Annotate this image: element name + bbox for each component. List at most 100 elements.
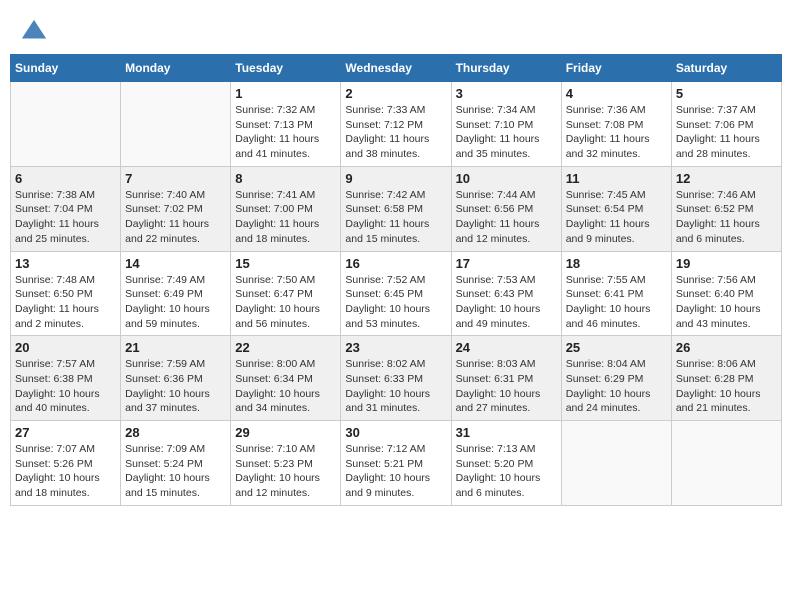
- calendar-cell: 21Sunrise: 7:59 AM Sunset: 6:36 PM Dayli…: [121, 336, 231, 421]
- day-info: Sunrise: 8:06 AM Sunset: 6:28 PM Dayligh…: [676, 357, 777, 416]
- day-number: 25: [566, 340, 667, 355]
- calendar-cell: [561, 421, 671, 506]
- day-number: 7: [125, 171, 226, 186]
- calendar-cell: 31 Sunrise: 7:13 AM Sunset: 5:20 PM Dayli…: [451, 421, 561, 506]
- day-info: Sunrise: 7:12 AM Sunset: 5:21 PM Dayligh…: [345, 442, 446, 501]
- day-number: 2: [345, 86, 446, 101]
- col-header-sunday: Sunday: [11, 55, 121, 82]
- day-info: Sunrise: 7:52 AM Sunset: 6:45 PM Dayligh…: [345, 273, 446, 332]
- calendar-cell: 25 Sunrise: 8:04 AM Sunset: 6:29 PM Dayli…: [561, 336, 671, 421]
- day-info: Sunrise: 7:48 AM Sunset: 6:50 PM Dayligh…: [15, 273, 116, 332]
- calendar-cell: 26Sunrise: 8:06 AM Sunset: 6:28 PM Dayli…: [671, 336, 781, 421]
- day-info: Sunrise: 7:10 AM Sunset: 5:23 PM Dayligh…: [235, 442, 336, 501]
- calendar-cell: 22Sunrise: 8:00 AM Sunset: 6:34 PM Dayli…: [231, 336, 341, 421]
- calendar-cell: 2 Sunrise: 7:33 AM Sunset: 7:12 PM Daylig…: [341, 82, 451, 167]
- calendar-cell: 9 Sunrise: 7:42 AM Sunset: 6:58 PM Daylig…: [341, 166, 451, 251]
- col-header-wednesday: Wednesday: [341, 55, 451, 82]
- day-info: Sunrise: 7:44 AM Sunset: 6:56 PM Dayligh…: [456, 188, 557, 247]
- day-info: Sunrise: 7:09 AM Sunset: 5:24 PM Dayligh…: [125, 442, 226, 501]
- calendar-cell: 15 Sunrise: 7:50 AM Sunset: 6:47 PM Dayli…: [231, 251, 341, 336]
- day-number: 28: [125, 425, 226, 440]
- calendar-week-row: 20 Sunrise: 7:57 AM Sunset: 6:38 PM Dayli…: [11, 336, 782, 421]
- calendar-week-row: 27 Sunrise: 7:07 AM Sunset: 5:26 PM Dayli…: [11, 421, 782, 506]
- calendar-cell: 29Sunrise: 7:10 AM Sunset: 5:23 PM Dayli…: [231, 421, 341, 506]
- day-info: Sunrise: 7:36 AM Sunset: 7:08 PM Dayligh…: [566, 103, 667, 162]
- day-number: 16: [345, 256, 446, 271]
- calendar-cell: 1 Sunrise: 7:32 AM Sunset: 7:13 PM Daylig…: [231, 82, 341, 167]
- day-number: 1: [235, 86, 336, 101]
- calendar-cell: 12 Sunrise: 7:46 AM Sunset: 6:52 PM Dayli…: [671, 166, 781, 251]
- day-info: Sunrise: 7:50 AM Sunset: 6:47 PM Dayligh…: [235, 273, 336, 332]
- day-info: Sunrise: 8:02 AM Sunset: 6:33 PM Dayligh…: [345, 357, 446, 416]
- day-number: 10: [456, 171, 557, 186]
- day-number: 11: [566, 171, 667, 186]
- day-number: 3: [456, 86, 557, 101]
- calendar-cell: 5Sunrise: 7:37 AM Sunset: 7:06 PM Daylig…: [671, 82, 781, 167]
- day-info: Sunrise: 7:53 AM Sunset: 6:43 PM Dayligh…: [456, 273, 557, 332]
- logo-icon: [20, 18, 48, 46]
- day-info: Sunrise: 7:07 AM Sunset: 5:26 PM Dayligh…: [15, 442, 116, 501]
- day-number: 31: [456, 425, 557, 440]
- page-header: [10, 10, 782, 54]
- day-info: Sunrise: 8:03 AM Sunset: 6:31 PM Dayligh…: [456, 357, 557, 416]
- calendar-cell: 13 Sunrise: 7:48 AM Sunset: 6:50 PM Dayli…: [11, 251, 121, 336]
- day-info: Sunrise: 7:40 AM Sunset: 7:02 PM Dayligh…: [125, 188, 226, 247]
- calendar-cell: 11 Sunrise: 7:45 AM Sunset: 6:54 PM Dayli…: [561, 166, 671, 251]
- col-header-monday: Monday: [121, 55, 231, 82]
- calendar-cell: 23 Sunrise: 8:02 AM Sunset: 6:33 PM Dayli…: [341, 336, 451, 421]
- col-header-thursday: Thursday: [451, 55, 561, 82]
- day-number: 22: [235, 340, 336, 355]
- calendar-week-row: 6Sunrise: 7:38 AM Sunset: 7:04 PM Daylig…: [11, 166, 782, 251]
- calendar-week-row: 1 Sunrise: 7:32 AM Sunset: 7:13 PM Daylig…: [11, 82, 782, 167]
- day-number: 4: [566, 86, 667, 101]
- day-number: 30: [345, 425, 446, 440]
- calendar-cell: 6Sunrise: 7:38 AM Sunset: 7:04 PM Daylig…: [11, 166, 121, 251]
- day-number: 9: [345, 171, 446, 186]
- calendar-table: SundayMondayTuesdayWednesdayThursdayFrid…: [10, 54, 782, 506]
- calendar-cell: 3 Sunrise: 7:34 AM Sunset: 7:10 PM Daylig…: [451, 82, 561, 167]
- day-info: Sunrise: 7:49 AM Sunset: 6:49 PM Dayligh…: [125, 273, 226, 332]
- day-info: Sunrise: 7:13 AM Sunset: 5:20 PM Dayligh…: [456, 442, 557, 501]
- calendar-cell: 17 Sunrise: 7:53 AM Sunset: 6:43 PM Dayli…: [451, 251, 561, 336]
- day-number: 24: [456, 340, 557, 355]
- day-info: Sunrise: 7:42 AM Sunset: 6:58 PM Dayligh…: [345, 188, 446, 247]
- col-header-friday: Friday: [561, 55, 671, 82]
- day-number: 13: [15, 256, 116, 271]
- calendar-cell: 20 Sunrise: 7:57 AM Sunset: 6:38 PM Dayli…: [11, 336, 121, 421]
- day-info: Sunrise: 8:04 AM Sunset: 6:29 PM Dayligh…: [566, 357, 667, 416]
- calendar-cell: 7 Sunrise: 7:40 AM Sunset: 7:02 PM Daylig…: [121, 166, 231, 251]
- calendar-cell: 18Sunrise: 7:55 AM Sunset: 6:41 PM Dayli…: [561, 251, 671, 336]
- calendar-cell: 28 Sunrise: 7:09 AM Sunset: 5:24 PM Dayli…: [121, 421, 231, 506]
- day-info: Sunrise: 7:38 AM Sunset: 7:04 PM Dayligh…: [15, 188, 116, 247]
- calendar-cell: 10 Sunrise: 7:44 AM Sunset: 6:56 PM Dayli…: [451, 166, 561, 251]
- day-info: Sunrise: 7:59 AM Sunset: 6:36 PM Dayligh…: [125, 357, 226, 416]
- day-info: Sunrise: 7:46 AM Sunset: 6:52 PM Dayligh…: [676, 188, 777, 247]
- day-info: Sunrise: 7:33 AM Sunset: 7:12 PM Dayligh…: [345, 103, 446, 162]
- calendar-cell: 19Sunrise: 7:56 AM Sunset: 6:40 PM Dayli…: [671, 251, 781, 336]
- day-info: Sunrise: 7:32 AM Sunset: 7:13 PM Dayligh…: [235, 103, 336, 162]
- calendar-cell: 4 Sunrise: 7:36 AM Sunset: 7:08 PM Daylig…: [561, 82, 671, 167]
- calendar-cell: [671, 421, 781, 506]
- day-number: 17: [456, 256, 557, 271]
- day-info: Sunrise: 7:56 AM Sunset: 6:40 PM Dayligh…: [676, 273, 777, 332]
- day-number: 15: [235, 256, 336, 271]
- calendar-cell: 8 Sunrise: 7:41 AM Sunset: 7:00 PM Daylig…: [231, 166, 341, 251]
- calendar-week-row: 13 Sunrise: 7:48 AM Sunset: 6:50 PM Dayli…: [11, 251, 782, 336]
- calendar-cell: 16 Sunrise: 7:52 AM Sunset: 6:45 PM Dayli…: [341, 251, 451, 336]
- col-header-tuesday: Tuesday: [231, 55, 341, 82]
- calendar-cell: 24 Sunrise: 8:03 AM Sunset: 6:31 PM Dayli…: [451, 336, 561, 421]
- calendar-cell: 30 Sunrise: 7:12 AM Sunset: 5:21 PM Dayli…: [341, 421, 451, 506]
- day-info: Sunrise: 7:55 AM Sunset: 6:41 PM Dayligh…: [566, 273, 667, 332]
- day-info: Sunrise: 7:41 AM Sunset: 7:00 PM Dayligh…: [235, 188, 336, 247]
- day-number: 20: [15, 340, 116, 355]
- day-info: Sunrise: 7:57 AM Sunset: 6:38 PM Dayligh…: [15, 357, 116, 416]
- calendar-cell: [121, 82, 231, 167]
- calendar-cell: 14Sunrise: 7:49 AM Sunset: 6:49 PM Dayli…: [121, 251, 231, 336]
- day-number: 23: [345, 340, 446, 355]
- calendar-header-row: SundayMondayTuesdayWednesdayThursdayFrid…: [11, 55, 782, 82]
- day-number: 12: [676, 171, 777, 186]
- day-number: 8: [235, 171, 336, 186]
- day-number: 27: [15, 425, 116, 440]
- day-info: Sunrise: 7:45 AM Sunset: 6:54 PM Dayligh…: [566, 188, 667, 247]
- day-info: Sunrise: 7:34 AM Sunset: 7:10 PM Dayligh…: [456, 103, 557, 162]
